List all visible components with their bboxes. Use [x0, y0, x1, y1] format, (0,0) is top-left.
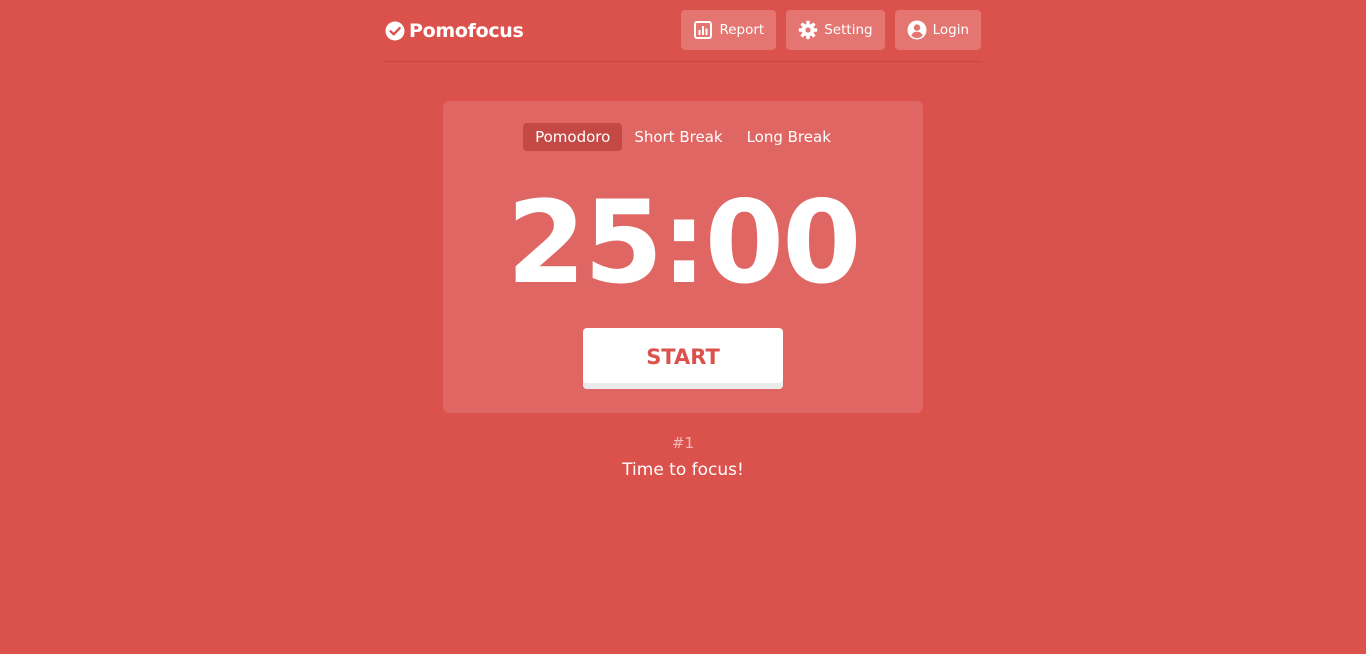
session-count: #1: [671, 434, 695, 452]
timer-display: 25:00: [506, 176, 862, 309]
chart-icon: [694, 21, 713, 39]
report-label: Report: [719, 22, 765, 38]
login-label: Login: [932, 22, 969, 38]
start-button[interactable]: START: [583, 328, 783, 389]
login-button[interactable]: Login: [894, 10, 981, 50]
report-button[interactable]: Report: [681, 10, 777, 50]
setting-label: Setting: [824, 22, 873, 38]
tab-pomodoro[interactable]: Pomodoro: [523, 123, 623, 151]
status-message: Time to focus!: [622, 460, 744, 480]
header-nav: Report Setting Login: [671, 10, 981, 50]
check-circle-icon: [385, 21, 405, 41]
tab-long-break[interactable]: Long Break: [735, 123, 843, 151]
tab-short-break[interactable]: Short Break: [622, 123, 734, 151]
app-background: Pomofocus Report Setting Login Pomodoro …: [0, 0, 1366, 654]
gear-icon: [799, 20, 818, 40]
brand-name: Pomofocus: [409, 20, 524, 42]
timer-card: Pomodoro Short Break Long Break 25:00 ST…: [443, 101, 923, 413]
top-bar: Pomofocus Report Setting Login: [384, 0, 982, 62]
mode-tabs: Pomodoro Short Break Long Break: [443, 123, 923, 151]
user-circle-icon: [907, 20, 927, 40]
setting-button[interactable]: Setting: [786, 10, 885, 50]
brand-logo-link[interactable]: Pomofocus: [385, 18, 524, 44]
